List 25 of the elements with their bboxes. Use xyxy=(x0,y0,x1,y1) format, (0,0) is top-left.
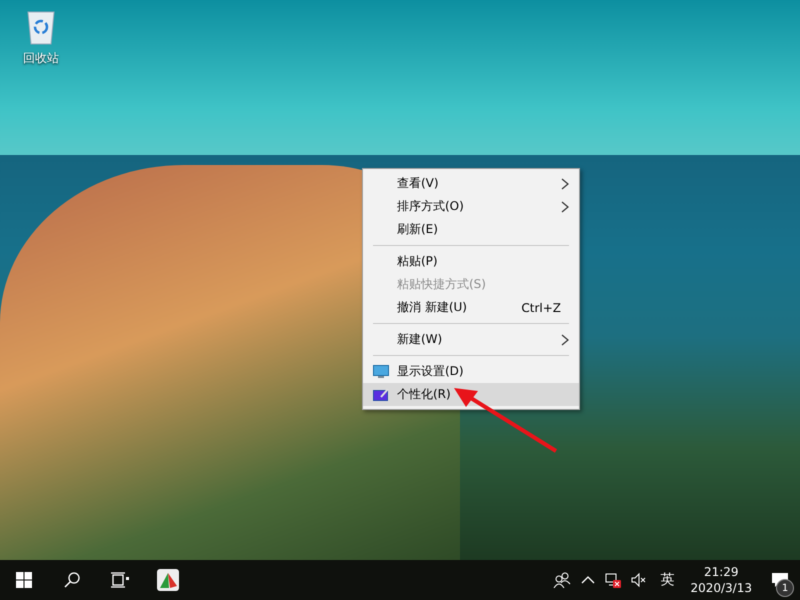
menu-item[interactable]: 排序方式(O) xyxy=(363,195,579,218)
speaker-muted-icon[interactable] xyxy=(631,572,648,588)
clock-time[interactable]: 21:29 xyxy=(704,564,739,580)
menu-item[interactable]: 粘贴(P) xyxy=(363,250,579,273)
menu-item[interactable]: 显示设置(D) xyxy=(363,360,579,383)
menu-item[interactable]: 新建(W) xyxy=(363,328,579,351)
menu-item[interactable]: 撤消 新建(U) Ctrl+Z xyxy=(363,296,579,319)
app-icon[interactable] xyxy=(156,568,180,592)
chevron-up-icon[interactable] xyxy=(581,576,596,584)
input-language-indicator[interactable]: 英 xyxy=(652,560,682,600)
notification-count-badge: 1 xyxy=(776,579,794,597)
chevron-right-icon xyxy=(561,200,569,212)
people-icon[interactable] xyxy=(553,572,572,588)
monitor-brush-icon xyxy=(373,388,389,402)
windows-start-icon[interactable] xyxy=(16,572,32,588)
menu-item[interactable]: 查看(V) xyxy=(363,172,579,195)
search-icon[interactable] xyxy=(64,572,80,588)
network-disconnected-icon[interactable] xyxy=(605,572,622,588)
clock-date[interactable]: 2020/3/13 xyxy=(690,580,752,596)
menu-item[interactable]: 刷新(E) xyxy=(363,218,579,241)
chevron-right-icon xyxy=(561,334,569,346)
chevron-right-icon xyxy=(561,178,569,190)
menu-item[interactable]: 个性化(R) xyxy=(363,383,579,406)
monitor-icon xyxy=(373,364,389,378)
task-view-icon[interactable] xyxy=(111,572,129,588)
